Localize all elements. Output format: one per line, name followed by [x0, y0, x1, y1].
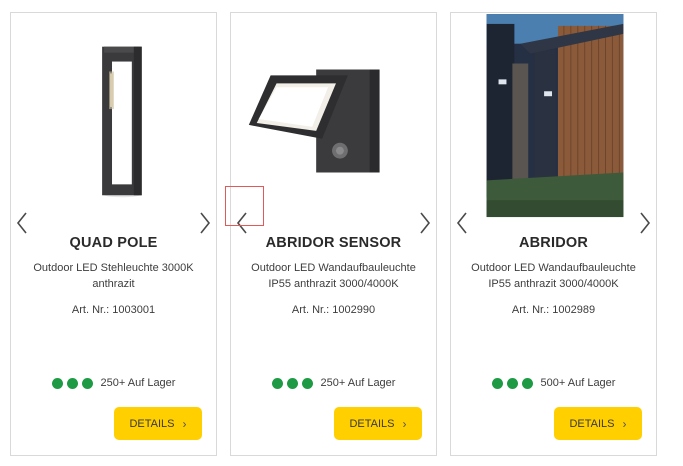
stock-status: 250+ Auf Lager: [231, 377, 436, 389]
chevron-right-icon: [420, 212, 431, 234]
stock-status: 250+ Auf Lager: [11, 377, 216, 389]
details-button[interactable]: DETAILS ›: [334, 407, 422, 440]
product-image-abridor[interactable]: [451, 13, 656, 223]
stock-dots-icon: [271, 377, 313, 389]
article-number: Art. Nr.: 1003001: [71, 304, 156, 316]
chevron-right-icon: ›: [402, 416, 407, 431]
chevron-left-icon: [16, 212, 27, 234]
stock-dot: [506, 377, 518, 389]
chevron-right-icon: [200, 212, 211, 234]
details-button[interactable]: DETAILS ›: [554, 407, 642, 440]
stock-dot: [301, 377, 313, 389]
product-card-quad-pole: QUAD POLE Outdoor LED Stehleuchte 3000K …: [10, 12, 217, 456]
stock-dot: [521, 377, 533, 389]
chevron-right-icon: ›: [182, 416, 187, 431]
stock-label: 250+ Auf Lager: [320, 377, 396, 389]
description-line: Outdoor LED Wandaufbauleuchte: [251, 262, 416, 274]
product-description: Outdoor LED Wandaufbauleuchte IP55 anthr…: [243, 261, 424, 292]
article-number: Art. Nr.: 1002989: [511, 304, 596, 316]
stock-dot: [81, 377, 93, 389]
chevron-right-icon: [640, 212, 651, 234]
details-button[interactable]: DETAILS ›: [114, 407, 202, 440]
article-number: Art. Nr.: 1002990: [291, 304, 376, 316]
stock-dots-icon: [491, 377, 533, 389]
product-image-abridor-sensor[interactable]: [231, 13, 436, 223]
stock-dot: [51, 377, 63, 389]
chevron-left-icon: [236, 212, 247, 234]
details-label: DETAILS: [349, 417, 395, 430]
product-description: Outdoor LED Stehleuchte 3000K anthrazit: [23, 261, 204, 292]
chevron-right-icon: ›: [622, 416, 627, 431]
product-title[interactable]: ABRIDOR SENSOR: [231, 235, 436, 251]
product-card-abridor: ABRIDOR Outdoor LED Wandaufbauleuchte IP…: [450, 12, 657, 456]
description-line: Outdoor LED Stehleuchte 3000K: [33, 262, 194, 274]
product-title[interactable]: QUAD POLE: [11, 235, 216, 251]
stock-dot: [491, 377, 503, 389]
stock-dot: [66, 377, 78, 389]
stock-dots-icon: [51, 377, 93, 389]
chevron-left-icon: [456, 212, 467, 234]
description-line: IP55 anthrazit 3000/4000K: [268, 277, 399, 290]
product-description: Outdoor LED Wandaufbauleuchte IP55 anthr…: [463, 261, 644, 292]
stock-label: 250+ Auf Lager: [100, 377, 176, 389]
description-line: anthrazit: [92, 277, 135, 290]
product-title[interactable]: ABRIDOR: [451, 235, 656, 251]
stock-dot: [271, 377, 283, 389]
stock-label: 500+ Auf Lager: [540, 377, 616, 389]
product-image-quad-pole[interactable]: [11, 13, 216, 223]
stock-status: 500+ Auf Lager: [451, 377, 656, 389]
stock-dot: [286, 377, 298, 389]
description-line: Outdoor LED Wandaufbauleuchte: [471, 262, 636, 274]
product-card-abridor-sensor: ABRIDOR SENSOR Outdoor LED Wandaufbauleu…: [230, 12, 437, 456]
details-label: DETAILS: [129, 417, 175, 430]
description-line: IP55 anthrazit 3000/4000K: [488, 277, 619, 290]
details-label: DETAILS: [569, 417, 615, 430]
